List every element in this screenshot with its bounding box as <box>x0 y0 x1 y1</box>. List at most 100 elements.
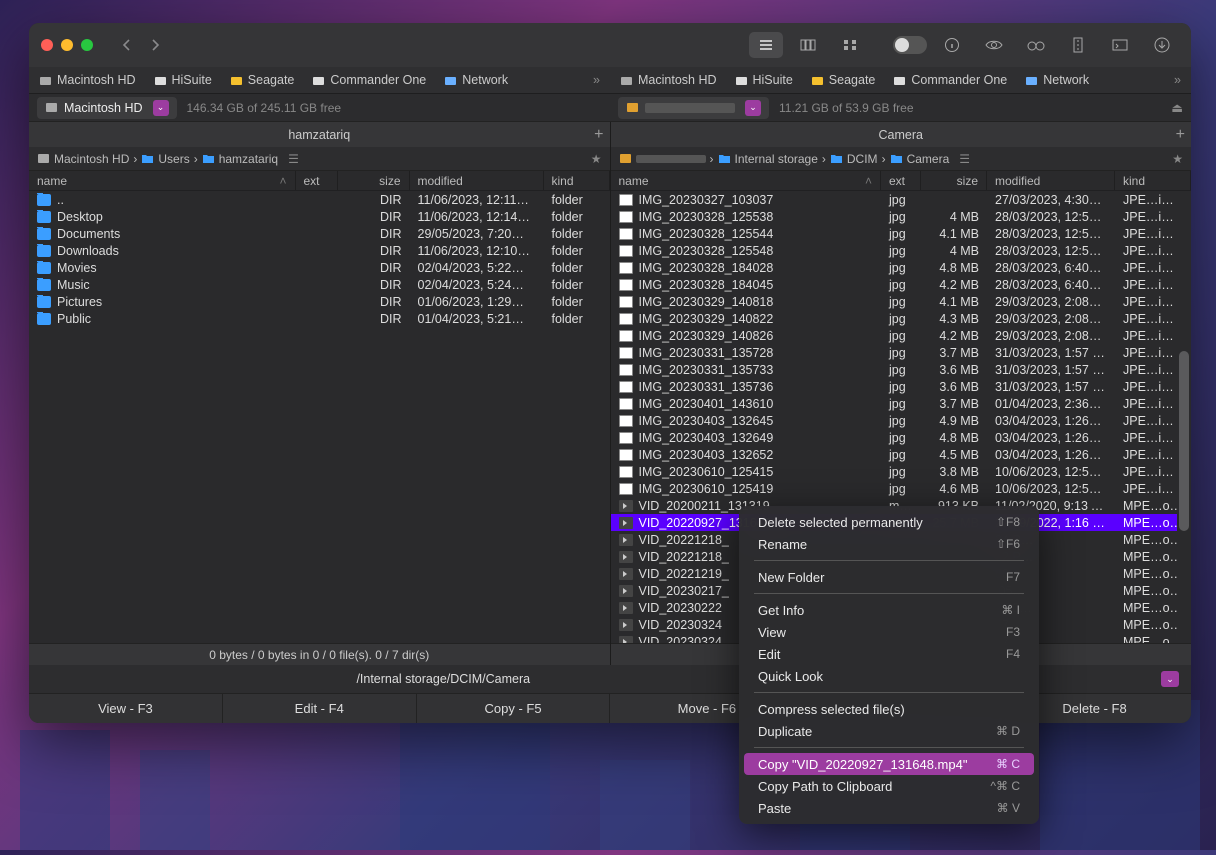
list-icon[interactable]: ☰ <box>288 152 299 166</box>
right-file-row[interactable]: IMG_20230610_125419 jpg 4.6 MB 10/06/202… <box>611 480 1192 497</box>
more-devices-left[interactable]: » <box>593 73 600 87</box>
more-devices-right[interactable]: » <box>1174 73 1181 87</box>
device-macintosh-hd[interactable]: Macintosh HD <box>39 73 136 87</box>
zoom-window-button[interactable] <box>81 39 93 51</box>
device-macintosh-hd[interactable]: Macintosh HD <box>620 73 717 87</box>
right-file-row[interactable]: IMG_20230329_140818 jpg 4.1 MB 29/03/202… <box>611 293 1192 310</box>
left-file-row[interactable]: .. DIR 11/06/2023, 12:11… folder <box>29 191 610 208</box>
crumb-dcim[interactable]: DCIM <box>830 152 878 166</box>
left-file-row[interactable]: Downloads DIR 11/06/2023, 12:10… folder <box>29 242 610 259</box>
menu-item-quick-look[interactable]: Quick Look <box>744 665 1034 687</box>
col-size[interactable]: size <box>921 171 987 190</box>
device-network[interactable]: Network <box>1025 73 1089 87</box>
right-file-row[interactable]: IMG_20230401_143610 jpg 3.7 MB 01/04/202… <box>611 395 1192 412</box>
right-file-row[interactable]: IMG_20230610_125415 jpg 3.8 MB 10/06/202… <box>611 463 1192 480</box>
right-file-row[interactable]: IMG_20230331_135728 jpg 3.7 MB 31/03/202… <box>611 344 1192 361</box>
left-tab[interactable]: hamzatariq <box>288 128 350 142</box>
terminal-icon[interactable] <box>1103 32 1137 58</box>
right-file-row[interactable]: IMG_20230331_135736 jpg 3.6 MB 31/03/202… <box>611 378 1192 395</box>
crumb-macintosh hd[interactable]: Macintosh HD <box>37 152 129 166</box>
view-grid-icon[interactable] <box>833 32 867 58</box>
menu-item-new-folder[interactable]: New FolderF7 <box>744 566 1034 588</box>
device-hisuite[interactable]: HiSuite <box>154 73 212 87</box>
right-file-row[interactable]: IMG_20230403_132652 jpg 4.5 MB 03/04/202… <box>611 446 1192 463</box>
fkey-4[interactable]: Edit - F4 <box>223 694 417 723</box>
device-commander-one[interactable]: Commander One <box>893 73 1007 87</box>
back-button[interactable] <box>111 32 141 58</box>
view-list-icon[interactable] <box>749 32 783 58</box>
menu-item-view[interactable]: ViewF3 <box>744 621 1034 643</box>
device-commander-one[interactable]: Commander One <box>312 73 426 87</box>
device-hisuite[interactable]: HiSuite <box>735 73 793 87</box>
crumb-camera[interactable]: Camera <box>890 152 950 166</box>
context-menu[interactable]: Delete selected permanently⇧F8Rename⇧F6 N… <box>739 506 1039 824</box>
right-file-row[interactable]: IMG_20230329_140826 jpg 4.2 MB 29/03/202… <box>611 327 1192 344</box>
device-network[interactable]: Network <box>444 73 508 87</box>
left-add-tab[interactable]: + <box>594 126 603 144</box>
col-ext[interactable]: ext <box>881 171 921 190</box>
col-modified[interactable]: modified <box>410 171 544 190</box>
left-file-row[interactable]: Pictures DIR 01/06/2023, 1:29… folder <box>29 293 610 310</box>
menu-item-get-info[interactable]: Get Info⌘ I <box>744 599 1034 621</box>
left-file-row[interactable]: Music DIR 02/04/2023, 5:24… folder <box>29 276 610 293</box>
left-file-row[interactable]: Documents DIR 29/05/2023, 7:20… folder <box>29 225 610 242</box>
menu-item-delete-selected-permanently[interactable]: Delete selected permanently⇧F8 <box>744 511 1034 533</box>
view-columns-icon[interactable] <box>791 32 825 58</box>
crumb-users[interactable]: Users <box>141 152 189 166</box>
hidden-files-toggle[interactable] <box>893 36 927 54</box>
right-file-row[interactable]: IMG_20230328_125538 jpg 4 MB 28/03/2023,… <box>611 208 1192 225</box>
left-file-row[interactable]: Public DIR 01/04/2023, 5:21… folder <box>29 310 610 327</box>
menu-item-copy-vid-20220927-131648-mp4-[interactable]: Copy "VID_20220927_131648.mp4"⌘ C <box>744 753 1034 775</box>
left-drive-button[interactable]: Macintosh HD ⌄ <box>37 97 177 119</box>
menu-item-compress-selected-file-s-[interactable]: Compress selected file(s) <box>744 698 1034 720</box>
col-name[interactable]: name˄ <box>29 171 296 190</box>
crumb-root-masked[interactable] <box>619 152 706 165</box>
fkey-3[interactable]: View - F3 <box>29 694 223 723</box>
right-file-row[interactable]: IMG_20230328_184028 jpg 4.8 MB 28/03/202… <box>611 259 1192 276</box>
right-file-row[interactable]: IMG_20230403_132645 jpg 4.9 MB 03/04/202… <box>611 412 1192 429</box>
favorite-icon[interactable]: ★ <box>591 152 602 166</box>
list-icon[interactable]: ☰ <box>959 152 970 166</box>
right-add-tab[interactable]: + <box>1176 126 1185 144</box>
menu-item-paste[interactable]: Paste⌘ V <box>744 797 1034 819</box>
archive-icon[interactable] <box>1061 32 1095 58</box>
right-tab[interactable]: Camera <box>879 128 923 142</box>
crumb-internal-storage[interactable]: Internal storage <box>718 152 818 166</box>
device-seagate[interactable]: Seagate <box>230 73 295 87</box>
col-name[interactable]: name˄ <box>611 171 882 190</box>
right-file-row[interactable]: IMG_20230331_135733 jpg 3.6 MB 31/03/202… <box>611 361 1192 378</box>
crumb-hamzatariq[interactable]: hamzatariq <box>202 152 278 166</box>
right-drive-button[interactable]: ⌄ <box>618 97 769 119</box>
menu-item-duplicate[interactable]: Duplicate⌘ D <box>744 720 1034 742</box>
right-file-row[interactable]: IMG_20230328_125548 jpg 4 MB 28/03/2023,… <box>611 242 1192 259</box>
info-icon[interactable] <box>935 32 969 58</box>
col-ext[interactable]: ext <box>296 171 338 190</box>
right-file-row[interactable]: IMG_20230328_184045 jpg 4.2 MB 28/03/202… <box>611 276 1192 293</box>
minimize-window-button[interactable] <box>61 39 73 51</box>
forward-button[interactable] <box>141 32 171 58</box>
left-file-row[interactable]: Movies DIR 02/04/2023, 5:22… folder <box>29 259 610 276</box>
right-file-row[interactable]: IMG_20230329_140822 jpg 4.3 MB 29/03/202… <box>611 310 1192 327</box>
favorite-icon[interactable]: ★ <box>1172 152 1183 166</box>
col-kind[interactable]: kind <box>1115 171 1191 190</box>
col-modified[interactable]: modified <box>987 171 1115 190</box>
device-seagate[interactable]: Seagate <box>811 73 876 87</box>
col-size[interactable]: size <box>338 171 410 190</box>
command-expand-button[interactable]: ⌄ <box>1161 671 1179 687</box>
right-file-row[interactable]: IMG_20230403_132649 jpg 4.8 MB 03/04/202… <box>611 429 1192 446</box>
left-file-row[interactable]: Desktop DIR 11/06/2023, 12:14… folder <box>29 208 610 225</box>
quicklook-icon[interactable] <box>977 32 1011 58</box>
fkey-5[interactable]: Copy - F5 <box>417 694 611 723</box>
menu-item-copy-path-to-clipboard[interactable]: Copy Path to Clipboard^⌘ C <box>744 775 1034 797</box>
col-kind[interactable]: kind <box>544 171 610 190</box>
left-file-list[interactable]: .. DIR 11/06/2023, 12:11… folder Desktop… <box>29 191 610 643</box>
right-scrollbar[interactable] <box>1177 191 1191 643</box>
right-file-row[interactable]: IMG_20230327_103037 jpg 27/03/2023, 4:30… <box>611 191 1192 208</box>
download-icon[interactable] <box>1145 32 1179 58</box>
menu-item-edit[interactable]: EditF4 <box>744 643 1034 665</box>
menu-item-rename[interactable]: Rename⇧F6 <box>744 533 1034 555</box>
eject-icon[interactable]: ⏏ <box>1171 100 1183 115</box>
close-window-button[interactable] <box>41 39 53 51</box>
right-file-row[interactable]: IMG_20230328_125544 jpg 4.1 MB 28/03/202… <box>611 225 1192 242</box>
binoculars-icon[interactable] <box>1019 32 1053 58</box>
